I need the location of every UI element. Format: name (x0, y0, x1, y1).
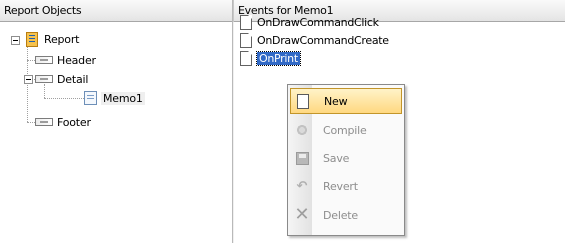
tree-connector (44, 98, 84, 99)
tree-node-report[interactable]: Report (26, 31, 79, 47)
delete-icon: ✕ (294, 204, 310, 225)
tree-node-label: Memo1 (101, 91, 145, 105)
event-context-menu: New Compile Save ↶ Revert ✕ Delete (287, 84, 405, 236)
events-list: OnDrawCommandClick OnDrawCommandCreate O… (240, 14, 389, 68)
menu-item-label: Save (323, 151, 350, 165)
event-label: OnDrawCommandCreate (257, 33, 389, 47)
report-objects-tree: Report Header Detail Memo1 Footer (0, 22, 233, 243)
event-item-ondrawcommandclick[interactable]: OnDrawCommandClick (240, 14, 389, 30)
document-icon (240, 14, 252, 30)
event-item-onprint[interactable]: OnPrint (240, 50, 389, 66)
document-icon (240, 50, 252, 66)
menu-item-label: Delete (323, 208, 358, 222)
report-objects-header[interactable]: Report Objects (0, 0, 232, 22)
tree-node-detail[interactable]: Detail (35, 71, 88, 87)
menu-item-compile[interactable]: Compile (290, 117, 402, 143)
menu-item-delete[interactable]: ✕ Delete (290, 202, 402, 228)
new-document-icon (297, 93, 309, 109)
event-label: OnDrawCommandClick (257, 15, 379, 29)
event-label: OnPrint (256, 50, 301, 66)
menu-item-revert[interactable]: ↶ Revert (290, 173, 402, 199)
tree-node-label: Header (57, 53, 96, 67)
report-objects-panel: Report Objects Report Header Detail Memo… (0, 0, 233, 243)
menu-item-label: Revert (323, 179, 358, 193)
report-collapse-toggle[interactable] (11, 36, 20, 45)
menu-item-save[interactable]: Save (290, 145, 402, 171)
compile-icon (295, 123, 309, 137)
save-icon (295, 151, 309, 165)
tree-connector (27, 60, 35, 61)
tree-node-memo1[interactable]: Memo1 (84, 90, 145, 106)
menu-item-label: New (324, 94, 348, 108)
menu-item-new[interactable]: New (290, 88, 402, 114)
band-icon (35, 56, 53, 64)
memo-icon (84, 91, 97, 105)
document-icon (240, 32, 252, 48)
band-icon (35, 75, 53, 83)
revert-icon: ↶ (296, 178, 308, 194)
menu-item-label: Compile (323, 123, 367, 137)
tree-node-header[interactable]: Header (35, 52, 96, 68)
band-icon (35, 118, 53, 126)
tree-node-label: Report (44, 32, 80, 46)
event-item-ondrawcommandcreate[interactable]: OnDrawCommandCreate (240, 32, 389, 48)
report-icon (26, 31, 38, 47)
tree-node-label: Detail (57, 72, 89, 86)
tree-connector (27, 122, 35, 123)
tree-node-label: Footer (57, 115, 91, 129)
detail-collapse-toggle[interactable] (24, 75, 33, 84)
tree-node-footer[interactable]: Footer (35, 114, 91, 130)
